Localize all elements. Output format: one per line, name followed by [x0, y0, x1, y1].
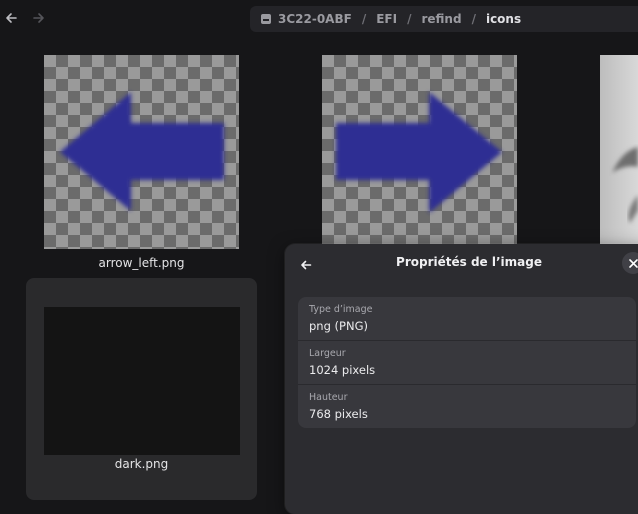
file-thumbnail-arrow-right[interactable]: [322, 55, 517, 245]
property-row-width: Largeur 1024 pixels: [298, 341, 636, 385]
dialog-close-button[interactable]: [622, 252, 638, 274]
property-label: Hauteur: [309, 392, 348, 403]
partial-preview-icon: [612, 147, 638, 223]
breadcrumb-separator: /: [471, 12, 476, 26]
breadcrumb: 3C22-0ABF / EFI / refind / icons: [250, 6, 638, 32]
arrow-right-preview-icon: [336, 92, 502, 213]
close-icon: [628, 258, 638, 268]
header-bar: 3C22-0ABF / EFI / refind / icons: [0, 0, 638, 38]
property-row-type: Type d’image png (PNG): [298, 297, 636, 341]
property-value: 768 pixels: [309, 407, 368, 421]
breadcrumb-drive[interactable]: 3C22-0ABF: [278, 12, 352, 26]
properties-list: Type d’image png (PNG) Largeur 1024 pixe…: [298, 297, 636, 428]
file-thumbnail-dark[interactable]: [44, 307, 240, 455]
property-row-height: Hauteur 768 pixels: [298, 385, 636, 428]
property-label: Largeur: [309, 348, 346, 359]
image-properties-dialog: Propriétés de l’image Type d’image png (…: [285, 244, 638, 514]
file-name: arrow_left.png: [98, 256, 185, 270]
property-value: 1024 pixels: [309, 363, 376, 377]
file-thumbnail-arrow-left[interactable]: [44, 55, 239, 249]
file-name: dark.png: [114, 457, 169, 471]
property-label: Type d’image: [309, 304, 373, 315]
breadcrumb-icons[interactable]: icons: [486, 12, 521, 26]
breadcrumb-separator: /: [361, 12, 367, 26]
breadcrumb-separator: /: [407, 12, 412, 26]
breadcrumb-refind[interactable]: refind: [421, 12, 461, 26]
dialog-title: Propriétés de l’image: [396, 255, 542, 269]
arrow-left-preview-icon: [60, 92, 224, 211]
breadcrumb-efi[interactable]: EFI: [376, 12, 397, 26]
back-button[interactable]: [0, 7, 22, 29]
file-thumbnail-partial[interactable]: [600, 55, 638, 245]
arrow-left-icon: [6, 13, 17, 23]
property-value: png (PNG): [309, 319, 368, 333]
drive-icon: [260, 13, 272, 25]
arrow-right-icon: [33, 13, 44, 23]
forward-button[interactable]: [28, 7, 50, 29]
